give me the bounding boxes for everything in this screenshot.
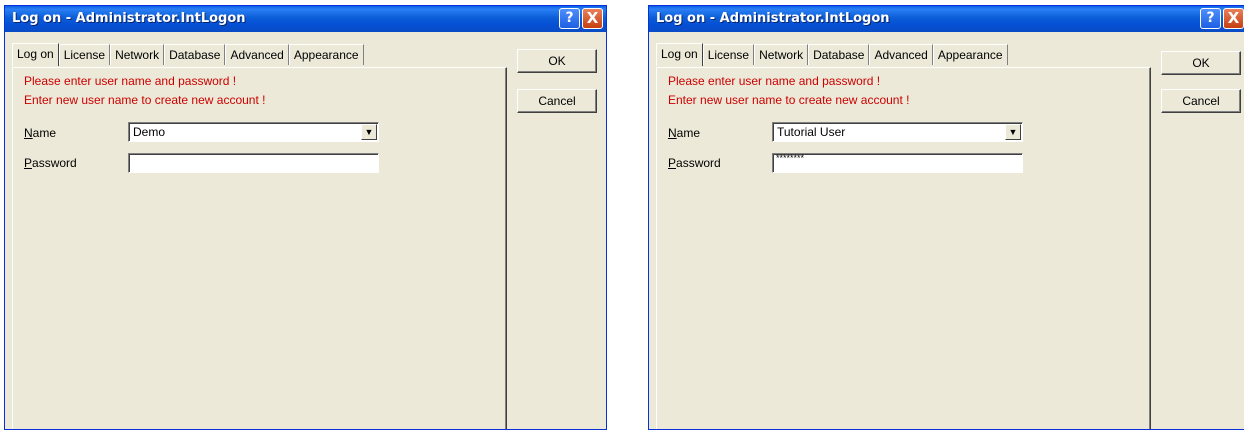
password-label: Password <box>668 156 721 170</box>
name-value: Tutorial User <box>777 125 846 139</box>
dropdown-arrow-button[interactable]: ▼ <box>361 124 377 140</box>
password-label-text: assword <box>32 156 77 170</box>
log-on-panel: Please enter user name and password ! En… <box>656 67 1151 429</box>
tab-log-on[interactable]: Log on <box>12 43 59 66</box>
tab-database[interactable]: Database <box>164 44 226 65</box>
new-account-message: Enter new user name to create new accoun… <box>668 93 910 107</box>
tab-appearance[interactable]: Appearance <box>932 44 1008 65</box>
password-label-text: assword <box>676 156 721 170</box>
ok-button[interactable]: OK <box>517 49 597 73</box>
window-title: Log on - Administrator.IntLogon <box>656 11 890 26</box>
password-value: ******** <box>776 153 805 163</box>
name-label-accelerator: N <box>24 126 33 140</box>
close-icon: X <box>586 9 599 27</box>
cancel-button[interactable]: Cancel <box>517 89 597 113</box>
tab-network[interactable]: Network <box>110 44 165 65</box>
instruction-message: Please enter user name and password ! <box>24 74 237 88</box>
chevron-down-icon: ▼ <box>1008 127 1018 137</box>
tab-strip: Log on License Network Database Advanced Appe… <box>12 42 364 66</box>
password-label-accelerator: P <box>24 156 33 170</box>
close-icon: X <box>1227 9 1240 27</box>
tab-appearance[interactable]: Appearance <box>288 44 364 65</box>
title-bar[interactable]: Log on - Administrator.IntLogon ? X <box>5 6 606 32</box>
password-label-accelerator: P <box>668 156 677 170</box>
name-label: Name <box>668 126 700 140</box>
name-label: Name <box>24 126 56 140</box>
chevron-down-icon: ▼ <box>364 127 374 137</box>
instruction-message: Please enter user name and password ! <box>668 74 881 88</box>
logon-dialog-tutorial-user: Log on - Administrator.IntLogon ? X Log … <box>648 5 1244 430</box>
name-value: Demo <box>133 125 166 139</box>
tab-advanced[interactable]: Advanced <box>869 44 933 65</box>
name-combobox[interactable]: Tutorial User ▼ <box>772 122 1023 142</box>
tab-network[interactable]: Network <box>754 44 809 65</box>
password-field[interactable] <box>128 153 379 173</box>
tab-license[interactable]: License <box>58 44 111 65</box>
new-account-message: Enter new user name to create new accoun… <box>24 93 266 107</box>
help-icon: ? <box>1206 10 1215 26</box>
tab-database[interactable]: Database <box>808 44 870 65</box>
dropdown-arrow-button[interactable]: ▼ <box>1005 124 1021 140</box>
help-icon: ? <box>565 10 574 26</box>
log-on-panel: Please enter user name and password ! En… <box>12 67 507 429</box>
help-button[interactable]: ? <box>1200 8 1221 29</box>
tab-strip: Log on License Network Database Advanced Appe… <box>656 42 1008 66</box>
close-button[interactable]: X <box>582 8 603 29</box>
name-combobox[interactable]: Demo ▼ <box>128 122 379 142</box>
tab-advanced[interactable]: Advanced <box>225 44 289 65</box>
tab-license[interactable]: License <box>702 44 755 65</box>
help-button[interactable]: ? <box>559 8 580 29</box>
ok-button[interactable]: OK <box>1161 51 1241 75</box>
title-bar[interactable]: Log on - Administrator.IntLogon ? X <box>649 6 1244 32</box>
close-button[interactable]: X <box>1223 8 1244 29</box>
window-title: Log on - Administrator.IntLogon <box>12 11 246 26</box>
logon-dialog-demo: Log on - Administrator.IntLogon ? X Log … <box>4 5 607 430</box>
name-label-text: ame <box>676 126 701 140</box>
password-label: Password <box>24 156 77 170</box>
cancel-button[interactable]: Cancel <box>1161 89 1241 113</box>
name-label-text: ame <box>32 126 57 140</box>
password-field[interactable]: ******** <box>772 153 1023 173</box>
tab-log-on[interactable]: Log on <box>656 43 703 66</box>
name-label-accelerator: N <box>668 126 677 140</box>
